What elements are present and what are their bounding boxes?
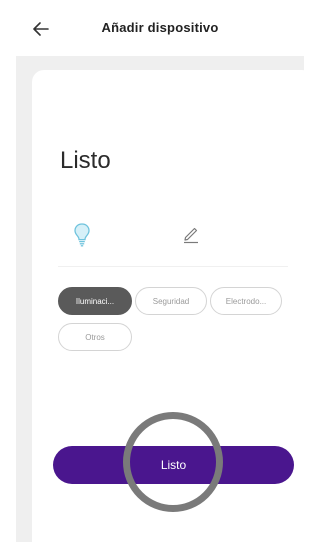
category-chip-otros[interactable]: Otros: [58, 323, 132, 351]
chip-label: Otros: [85, 332, 105, 342]
done-button-label: Listo: [160, 458, 187, 472]
divider: [58, 266, 288, 267]
screen: Añadir dispositivo Listo Iluminaci... Se…: [0, 0, 317, 542]
chip-label: Seguridad: [152, 296, 190, 306]
app-bar: Añadir dispositivo: [16, 0, 304, 56]
card-heading: Listo: [60, 147, 111, 174]
chip-label: Electrodo...: [225, 296, 267, 306]
chip-label: Iluminaci...: [75, 296, 115, 306]
lightbulb-icon: [74, 223, 90, 247]
category-chip-iluminacion[interactable]: Iluminaci...: [58, 287, 132, 315]
category-chip-seguridad[interactable]: Seguridad: [135, 287, 207, 315]
pencil-icon[interactable]: [182, 226, 200, 244]
done-button[interactable]: Listo: [53, 446, 294, 484]
page-title: Añadir dispositivo: [101, 20, 219, 35]
category-chip-electrodomesticos[interactable]: Electrodo...: [210, 287, 282, 315]
